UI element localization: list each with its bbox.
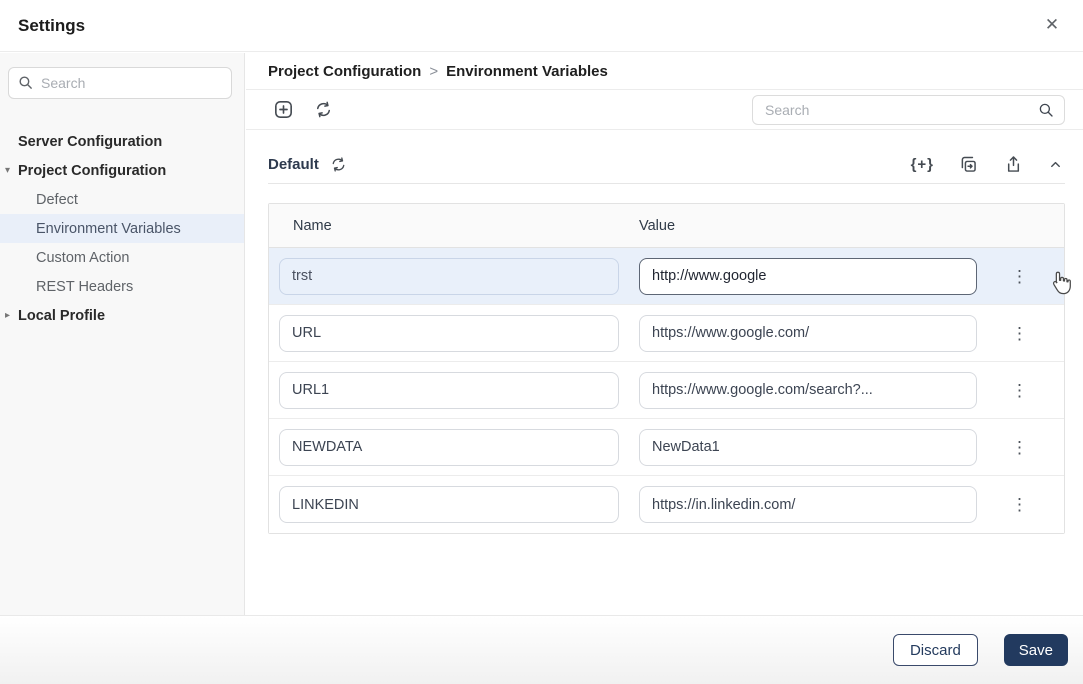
variable-value-input[interactable]: [639, 258, 977, 295]
variable-value-input[interactable]: [639, 486, 977, 523]
variables-search: [752, 95, 1065, 125]
table-header: Name Value: [269, 204, 1064, 248]
variable-name-input[interactable]: [279, 372, 619, 409]
breadcrumb-parent[interactable]: Project Configuration: [268, 63, 421, 80]
export-icon[interactable]: [1001, 152, 1026, 177]
variable-value-input[interactable]: [639, 315, 977, 352]
row-menu-icon[interactable]: ⋮: [1005, 321, 1034, 346]
variables-content: Default {+}: [246, 130, 1083, 534]
dialog-header: Settings ✕: [0, 0, 1083, 52]
main-panel: Project Configuration > Environment Vari…: [246, 53, 1083, 615]
table-row: ⋮: [269, 362, 1064, 419]
table-row: ⋮: [269, 476, 1064, 533]
search-icon: [17, 74, 34, 91]
column-header-name: Name: [269, 218, 639, 234]
sidebar-item-server-configuration[interactable]: Server Configuration: [0, 127, 244, 156]
default-section-header: Default {+}: [268, 146, 1065, 184]
breadcrumb-current: Environment Variables: [446, 63, 608, 80]
table-row: ⋮: [269, 419, 1064, 476]
variables-table: Name Value ⋮ ⋮ ⋮: [268, 203, 1065, 534]
variable-value-input[interactable]: [639, 429, 977, 466]
variable-name-input[interactable]: [279, 429, 619, 466]
sidebar-search-input[interactable]: [8, 67, 232, 99]
section-title: Default: [268, 156, 319, 173]
add-variable-braces-icon[interactable]: {+}: [909, 154, 936, 175]
sidebar-item-defect[interactable]: Defect: [0, 185, 244, 214]
refresh-icon[interactable]: [311, 97, 336, 122]
sidebar-item-project-configuration[interactable]: ▾ Project Configuration: [0, 156, 244, 185]
section-actions: {+}: [909, 152, 1065, 177]
save-button[interactable]: Save: [1004, 634, 1068, 666]
settings-sidebar: Server Configuration ▾ Project Configura…: [0, 53, 245, 615]
chevron-down-icon[interactable]: ▾: [5, 165, 10, 176]
row-menu-icon[interactable]: ⋮: [1005, 378, 1034, 403]
close-icon[interactable]: ✕: [1039, 12, 1065, 38]
table-row: ⋮: [269, 248, 1064, 305]
discard-button[interactable]: Discard: [893, 634, 978, 666]
row-menu-icon[interactable]: ⋮: [1005, 492, 1034, 517]
sidebar-item-local-profile[interactable]: ▸ Local Profile: [0, 301, 244, 330]
settings-dialog: Settings ✕ Server Configuration ▾ Projec…: [0, 0, 1083, 684]
sidebar-item-rest-headers[interactable]: REST Headers: [0, 272, 244, 301]
variables-toolbar: [246, 90, 1083, 130]
variable-name-input[interactable]: [279, 258, 619, 295]
dialog-footer: Discard Save: [0, 615, 1083, 684]
sidebar-item-environment-variables[interactable]: Environment Variables: [0, 214, 244, 243]
row-menu-icon[interactable]: ⋮: [1005, 264, 1034, 289]
variables-search-input[interactable]: [752, 95, 1065, 125]
sidebar-item-custom-action[interactable]: Custom Action: [0, 243, 244, 272]
section-refresh-icon[interactable]: [327, 153, 350, 176]
variable-name-input[interactable]: [279, 486, 619, 523]
table-row: ⋮: [269, 305, 1064, 362]
page-title: Settings: [0, 16, 85, 36]
duplicate-icon[interactable]: [956, 152, 981, 177]
row-menu-icon[interactable]: ⋮: [1005, 435, 1034, 460]
collapse-section-icon[interactable]: [1046, 155, 1065, 174]
column-header-value: Value: [639, 218, 1064, 234]
search-icon: [1037, 101, 1055, 119]
settings-tree: Server Configuration ▾ Project Configura…: [0, 127, 244, 330]
variable-name-input[interactable]: [279, 315, 619, 352]
variable-value-input[interactable]: [639, 372, 977, 409]
breadcrumb: Project Configuration > Environment Vari…: [246, 53, 1083, 90]
breadcrumb-separator: >: [429, 63, 438, 80]
sidebar-search: [8, 67, 232, 99]
chevron-right-icon[interactable]: ▸: [5, 310, 10, 321]
add-variable-button[interactable]: [270, 96, 297, 123]
